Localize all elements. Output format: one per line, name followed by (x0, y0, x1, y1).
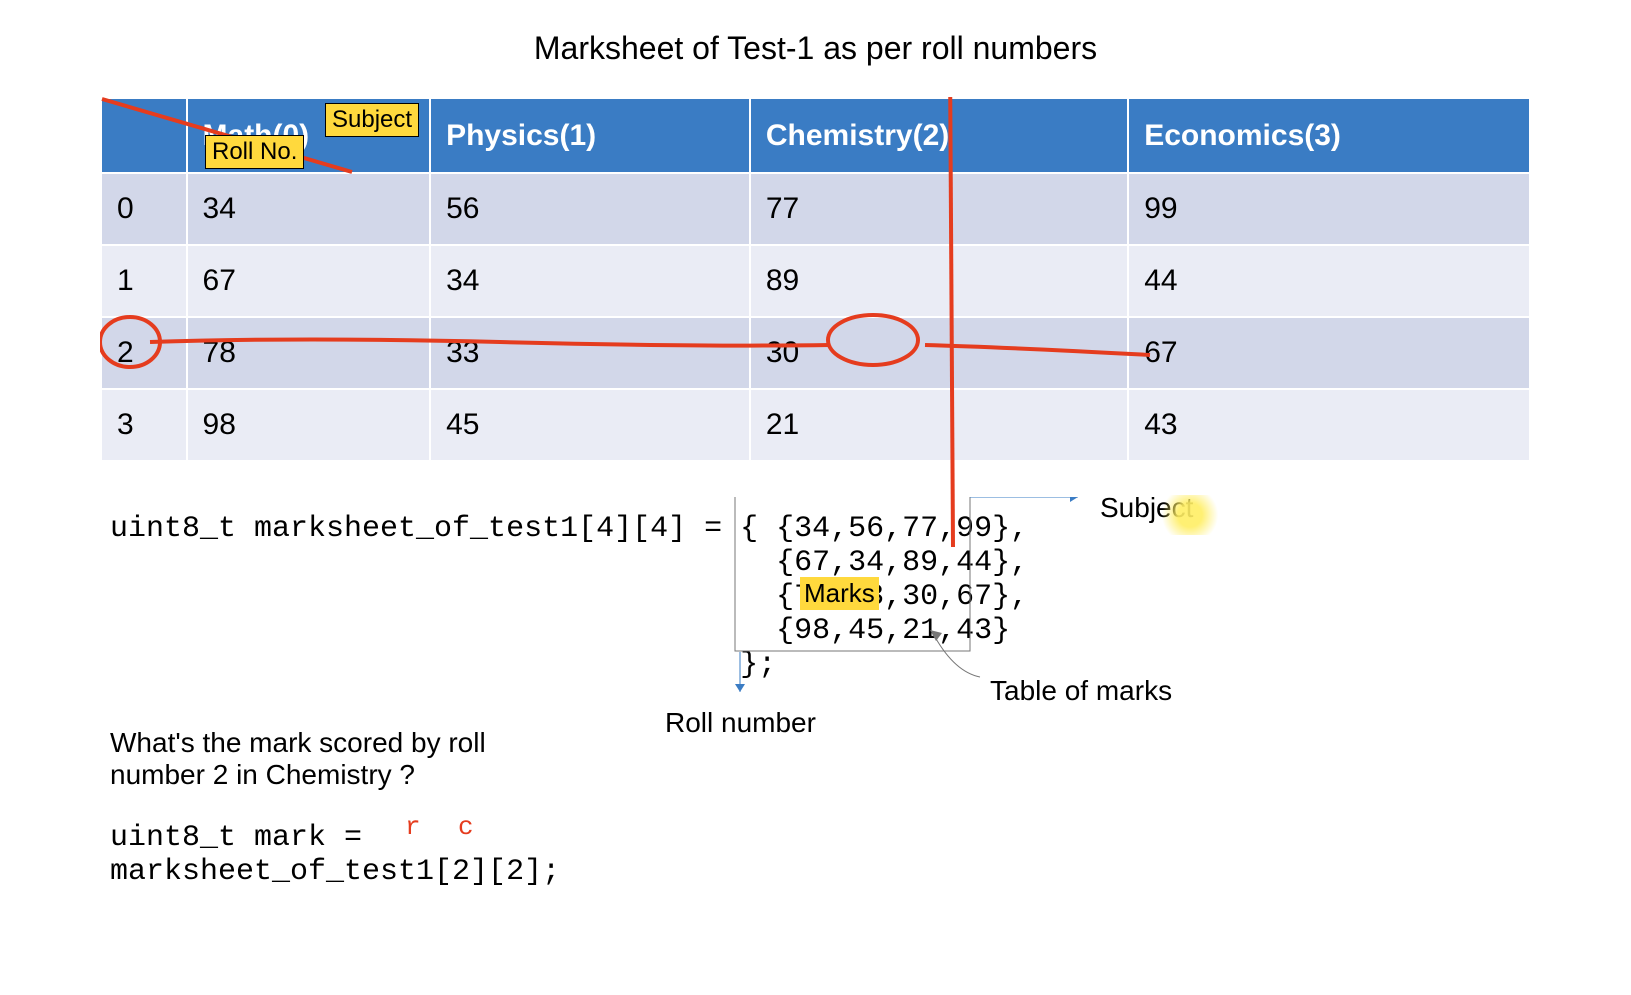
table-row: 2 78 33 30 67 (101, 317, 1530, 389)
roll-cell: 2 (101, 317, 187, 389)
tablemarks-label: Table of marks (990, 675, 1172, 707)
marksheet-table: Math(0) Physics(1) Chemistry(2) Economic… (100, 97, 1531, 462)
mark-cell: 56 (430, 173, 750, 245)
roll-cell: 0 (101, 173, 187, 245)
subject-tag: Subject (325, 103, 419, 137)
mark-cell: 99 (1128, 173, 1530, 245)
rollnumber-label: Roll number (665, 707, 816, 739)
mark-cell: 44 (1128, 245, 1530, 317)
mark-cell: 45 (430, 389, 750, 461)
roll-cell: 3 (101, 389, 187, 461)
mark-cell: 67 (1128, 317, 1530, 389)
c-annotation: c (458, 812, 474, 842)
mark-cell: 43 (1128, 389, 1530, 461)
mark-cell: 34 (187, 173, 431, 245)
page-title: Marksheet of Test-1 as per roll numbers (20, 30, 1611, 67)
roll-cell: 1 (101, 245, 187, 317)
answer-code: uint8_t mark = marksheet_of_test1[2][2]; (110, 821, 1611, 889)
mark-cell: 67 (187, 245, 431, 317)
marksheet-table-container: Subject Roll No. Math(0) Physics(1) Chem… (100, 97, 1531, 462)
header-chemistry: Chemistry(2) (750, 98, 1128, 173)
marks-highlight-label: Marks (800, 577, 879, 610)
table-row: 1 67 34 89 44 (101, 245, 1530, 317)
header-economics: Economics(3) (1128, 98, 1530, 173)
table-row: 3 98 45 21 43 (101, 389, 1530, 461)
code-section: uint8_t marksheet_of_test1[4][4] = { {34… (110, 512, 1611, 889)
mark-cell: 77 (750, 173, 1128, 245)
r-annotation: r (405, 812, 421, 842)
table-header-row: Math(0) Physics(1) Chemistry(2) Economic… (101, 98, 1530, 173)
mark-cell: 21 (750, 389, 1128, 461)
mark-cell: 78 (187, 317, 431, 389)
mark-cell: 30 (750, 317, 1128, 389)
mark-cell: 89 (750, 245, 1128, 317)
mark-cell: 98 (187, 389, 431, 461)
question-text: What's the mark scored by roll number 2 … (110, 727, 510, 791)
mark-cell: 34 (430, 245, 750, 317)
mark-cell: 33 (430, 317, 750, 389)
table-row: 0 34 56 77 99 (101, 173, 1530, 245)
rollno-tag: Roll No. (205, 135, 304, 169)
corner-header (101, 98, 187, 173)
header-physics: Physics(1) (430, 98, 750, 173)
subject-highlight (1155, 495, 1225, 535)
